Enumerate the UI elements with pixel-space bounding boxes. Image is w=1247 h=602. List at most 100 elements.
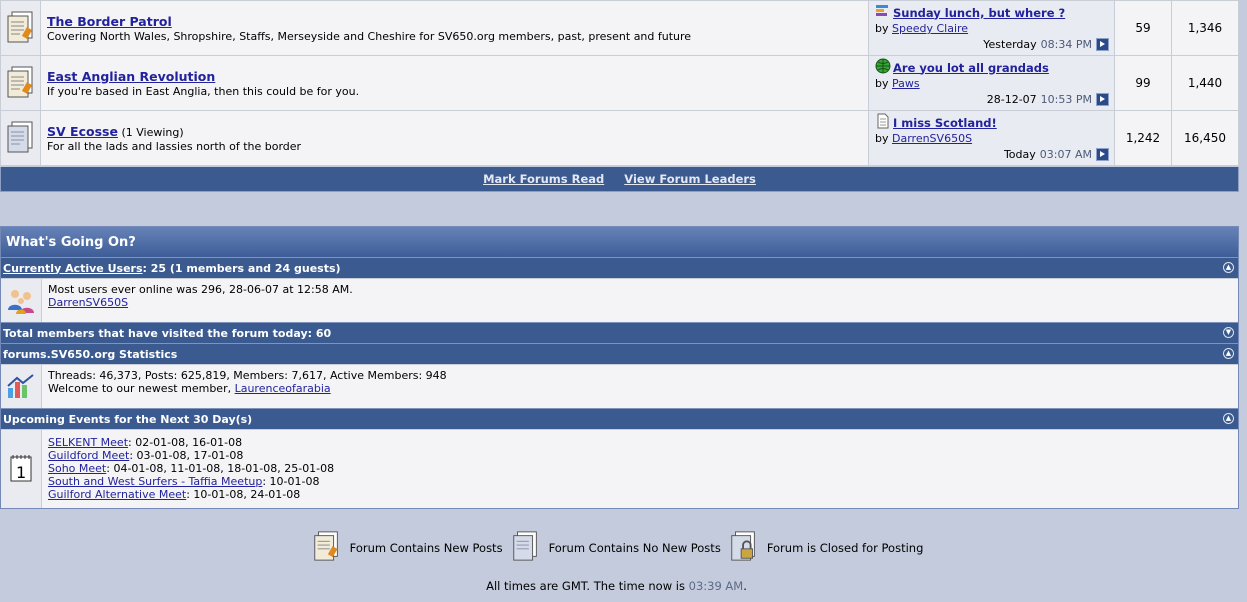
forum-list-table: The Border Patrol Covering North Wales, …	[0, 0, 1239, 166]
collapse-up-icon[interactable]: ▲	[1223, 262, 1234, 273]
stats-chart-icon	[1, 365, 42, 408]
forum-status-cell	[0, 0, 41, 56]
collapse-up-icon[interactable]: ▲	[1223, 413, 1234, 424]
legend-new-posts-label: Forum Contains New Posts	[349, 540, 503, 555]
last-post-author-link[interactable]: Speedy Claire	[892, 22, 968, 35]
go-to-last-post-icon[interactable]	[1096, 92, 1109, 106]
forum-description: If you're based in East Anglia, then thi…	[47, 84, 360, 98]
footer-time: All times are GMT. The time now is 03:39…	[0, 579, 1233, 593]
last-post-title-link[interactable]: Sunday lunch, but where ?	[893, 6, 1065, 20]
by-label: by	[875, 132, 889, 145]
events-title: Upcoming Events for the Next 30 Day(s)	[3, 412, 253, 426]
forum-info-cell: The Border Patrol Covering North Wales, …	[40, 0, 869, 56]
forum-new-posts-icon	[312, 530, 342, 565]
collapse-up-icon[interactable]: ▲	[1223, 348, 1234, 359]
last-post-date: 28-12-07	[986, 92, 1037, 106]
whats-going-on-title: What's Going On?	[1, 227, 1238, 257]
active-users-link[interactable]: Currently Active Users	[3, 262, 143, 275]
footer-time-prefix: All times are GMT. The time now is	[486, 579, 689, 593]
event-dates: : 10-01-08	[262, 475, 320, 488]
forum-status-cell	[0, 55, 41, 111]
last-post-cell: I miss Scotland! by DarrenSV650S Today 03…	[868, 110, 1115, 166]
event-item: South and West Surfers - Taffia Meetup: …	[48, 475, 334, 488]
last-post-cell: Are you lot all grandads by Paws 28-12-0…	[868, 55, 1115, 111]
event-link[interactable]: Guildford Meet	[48, 449, 129, 462]
active-users-body: Most users ever online was 296, 28-06-07…	[1, 278, 1238, 322]
forum-actions-bar: Mark Forums Read View Forum Leaders	[0, 167, 1239, 192]
last-post-title-link[interactable]: Are you lot all grandads	[893, 61, 1049, 75]
statistics-body: Threads: 46,373, Posts: 625,819, Members…	[1, 364, 1238, 408]
posts-count: 16,450	[1171, 110, 1239, 166]
forum-closed-lock-icon	[729, 530, 759, 565]
forum-new-posts-icon	[6, 66, 36, 102]
last-post-author-link[interactable]: DarrenSV650S	[892, 132, 972, 145]
forum-row: The Border Patrol Covering North Wales, …	[0, 0, 1239, 56]
view-forum-leaders-link[interactable]: View Forum Leaders	[624, 172, 756, 186]
event-link[interactable]: SELKENT Meet	[48, 436, 128, 449]
document-icon	[875, 113, 891, 132]
last-post-time: 08:34 PM	[1040, 37, 1092, 51]
go-to-last-post-icon[interactable]	[1096, 37, 1109, 51]
newest-member-link[interactable]: Laurenceofarabia	[235, 382, 331, 395]
forum-no-new-posts-icon	[511, 530, 541, 565]
event-dates: : 10-01-08, 24-01-08	[186, 488, 301, 501]
threads-count: 59	[1114, 0, 1172, 56]
last-post-author-link[interactable]: Paws	[892, 77, 920, 90]
active-user-link[interactable]: DarrenSV650S	[48, 296, 128, 309]
event-item: Soho Meet: 04-01-08, 11-01-08, 18-01-08,…	[48, 462, 334, 475]
event-link[interactable]: Soho Meet	[48, 462, 106, 475]
legend-closed-label: Forum is Closed for Posting	[766, 540, 924, 555]
event-link[interactable]: Guilford Alternative Meet	[48, 488, 186, 501]
by-label: by	[875, 22, 889, 35]
last-post-title-link[interactable]: I miss Scotland!	[893, 116, 997, 130]
active-users-count: : 25 (1 members and 24 guests)	[142, 261, 341, 275]
forum-description: For all the lads and lassies north of th…	[47, 139, 302, 153]
posts-count: 1,346	[1171, 0, 1239, 56]
event-dates: : 03-01-08, 17-01-08	[129, 449, 244, 462]
mark-forums-read-link[interactable]: Mark Forums Read	[483, 172, 604, 186]
last-post-cell: Sunday lunch, but where ? by Speedy Clai…	[868, 0, 1115, 56]
events-header: Upcoming Events for the Next 30 Day(s) ▲	[1, 408, 1238, 429]
statistics-line: Threads: 46,373, Posts: 625,819, Members…	[48, 369, 447, 382]
by-label: by	[875, 77, 889, 90]
visited-today-text: Total members that have visited the foru…	[3, 326, 332, 340]
threads-count: 1,242	[1114, 110, 1172, 166]
forum-title-link[interactable]: The Border Patrol	[47, 14, 172, 29]
bar-chart-icon	[875, 4, 891, 21]
svg-text:1: 1	[16, 463, 26, 482]
forum-title-link[interactable]: East Anglian Revolution	[47, 69, 215, 84]
forum-info-cell: East Anglian Revolution If you're based …	[40, 55, 869, 111]
last-post-time: 03:07 AM	[1039, 147, 1092, 161]
last-post-time: 10:53 PM	[1040, 92, 1092, 106]
event-dates: : 02-01-08, 16-01-08	[128, 436, 243, 449]
legend-no-new-posts-label: Forum Contains No New Posts	[548, 540, 721, 555]
forum-new-posts-icon	[6, 11, 36, 47]
users-icon	[1, 279, 42, 322]
forum-status-cell	[0, 110, 41, 166]
welcome-text: Welcome to our newest member,	[48, 382, 235, 395]
last-post-date: Yesterday	[983, 37, 1037, 51]
current-time: 03:39 AM	[688, 579, 744, 593]
most-users-record: Most users ever online was 296, 28-06-07…	[48, 283, 353, 296]
active-users-header: Currently Active Users: 25 (1 members an…	[1, 257, 1238, 278]
event-dates: : 04-01-08, 11-01-08, 18-01-08, 25-01-08	[106, 462, 335, 475]
forum-info-cell: SV Ecosse (1 Viewing) For all the lads a…	[40, 110, 869, 166]
forum-row: SV Ecosse (1 Viewing) For all the lads a…	[0, 110, 1239, 166]
forum-row: East Anglian Revolution If you're based …	[0, 55, 1239, 111]
globe-icon	[875, 58, 891, 77]
collapse-down-icon[interactable]: ▼	[1223, 327, 1234, 338]
forum-title-link[interactable]: SV Ecosse	[47, 124, 118, 139]
event-item: Guilford Alternative Meet: 10-01-08, 24-…	[48, 488, 334, 501]
statistics-header: forums.SV650.org Statistics ▲	[1, 343, 1238, 364]
event-link[interactable]: South and West Surfers - Taffia Meetup	[48, 475, 262, 488]
visited-today-header: Total members that have visited the foru…	[1, 322, 1238, 343]
go-to-last-post-icon[interactable]	[1096, 147, 1109, 161]
forum-no-new-posts-icon	[6, 121, 36, 157]
posts-count: 1,440	[1171, 55, 1239, 111]
viewing-count: (1 Viewing)	[121, 125, 184, 139]
forum-icon-legend: Forum Contains New Posts Forum Contains …	[0, 530, 1239, 565]
events-body: 1 SELKENT Meet: 02-01-08, 16-01-08 Guild…	[1, 429, 1238, 508]
last-post-date: Today	[1003, 147, 1036, 161]
footer-time-suffix: .	[743, 579, 747, 593]
calendar-icon: 1	[1, 430, 42, 508]
